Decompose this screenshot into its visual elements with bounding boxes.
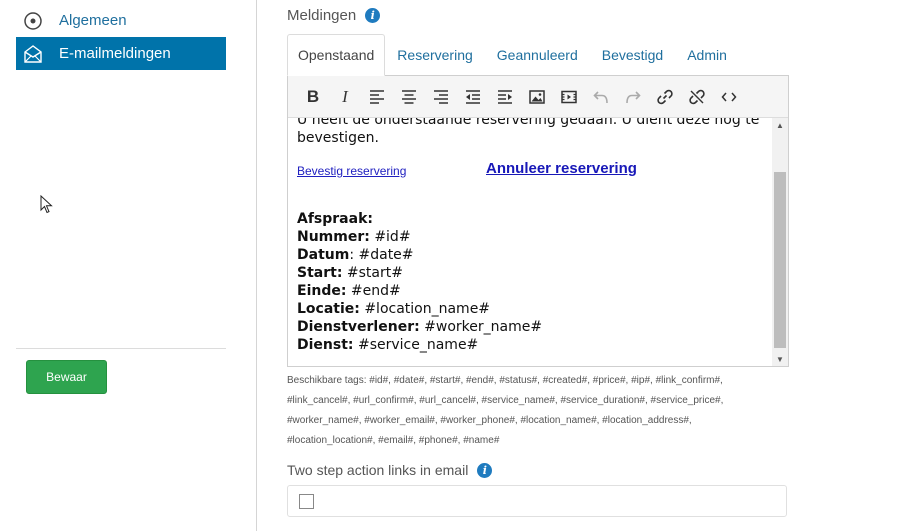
- settings-page: Algemeen E-mailmeldingen Bewaar Meldinge…: [0, 0, 913, 531]
- mouse-cursor-icon: [40, 194, 54, 215]
- appointment-line: Datum: #date#: [297, 247, 414, 263]
- sidebar-item-label: Algemeen: [59, 12, 127, 29]
- sidebar: Algemeen E-mailmeldingen Bewaar: [0, 0, 257, 531]
- scroll-down-icon[interactable]: ▼: [772, 352, 788, 366]
- main-panel: Meldingen i Openstaand Reservering Geann…: [258, 0, 913, 531]
- tab-bevestigd[interactable]: Bevestigd: [590, 34, 675, 76]
- section-title: Meldingen i: [287, 7, 381, 24]
- action-links: Bevestig reservering Annuleer reserverin…: [297, 160, 767, 180]
- source-code-icon[interactable]: [713, 81, 745, 113]
- align-left-icon[interactable]: [361, 81, 393, 113]
- two-step-field: [287, 485, 787, 517]
- image-icon[interactable]: [521, 81, 553, 113]
- appointment-details: Afspraak: Nummer: #id# Datum: #date# Sta…: [297, 210, 767, 354]
- align-center-icon[interactable]: [393, 81, 425, 113]
- appointment-line: Einde: #end#: [297, 283, 401, 299]
- link-icon[interactable]: [649, 81, 681, 113]
- available-tags: Beschikbare tags: #id#, #date#, #start#,…: [287, 375, 724, 446]
- appointment-line: Nummer: #id#: [297, 229, 411, 245]
- tab-admin[interactable]: Admin: [675, 34, 739, 76]
- align-right-icon[interactable]: [425, 81, 457, 113]
- intro-paragraph: U heeft de onderstaande reservering geda…: [297, 118, 760, 146]
- rich-text-editor: B I U heeft de onderstaande reservering …: [287, 75, 789, 367]
- two-step-label: Two step action links in email: [287, 462, 469, 478]
- two-step-checkbox[interactable]: [299, 494, 314, 509]
- italic-icon[interactable]: I: [329, 81, 361, 113]
- sidebar-divider: [16, 348, 226, 349]
- scroll-up-icon[interactable]: ▲: [772, 118, 788, 132]
- envelope-open-icon: [23, 44, 43, 64]
- video-icon[interactable]: [553, 81, 585, 113]
- undo-icon[interactable]: [585, 81, 617, 113]
- scroll-thumb[interactable]: [774, 172, 786, 348]
- notification-tabs: Openstaand Reservering Geannuleerd Beves…: [287, 34, 739, 76]
- info-icon[interactable]: i: [477, 462, 493, 478]
- confirm-reservation-link[interactable]: Bevestig reservering: [297, 164, 406, 178]
- editor-content[interactable]: U heeft de onderstaande reservering geda…: [288, 118, 772, 366]
- editor-toolbar: B I: [288, 76, 788, 118]
- tab-geannuleerd[interactable]: Geannuleerd: [485, 34, 590, 76]
- sidebar-item-general[interactable]: Algemeen: [16, 4, 226, 37]
- cancel-reservation-link[interactable]: Annuleer reservering: [486, 160, 637, 177]
- editor-scrollbar[interactable]: ▲ ▼: [772, 118, 788, 366]
- circle-dot-icon: [23, 11, 43, 31]
- sidebar-item-label: E-mailmeldingen: [59, 45, 171, 62]
- appointment-line: Start: #start#: [297, 265, 403, 281]
- unlink-icon[interactable]: [681, 81, 713, 113]
- outdent-icon[interactable]: [457, 81, 489, 113]
- bold-icon[interactable]: B: [297, 81, 329, 113]
- section-title-text: Meldingen: [287, 7, 357, 24]
- appointment-line: Afspraak:: [297, 211, 373, 227]
- save-button[interactable]: Bewaar: [26, 360, 107, 394]
- sidebar-item-email-notifications[interactable]: E-mailmeldingen: [16, 37, 226, 70]
- appointment-line: Locatie: #location_name#: [297, 301, 491, 317]
- tab-reservering[interactable]: Reservering: [385, 34, 484, 76]
- redo-icon[interactable]: [617, 81, 649, 113]
- two-step-label-row: Two step action links in email i: [287, 462, 493, 478]
- appointment-line: Dienst: #service_name#: [297, 337, 479, 353]
- indent-icon[interactable]: [489, 81, 521, 113]
- tab-openstaand[interactable]: Openstaand: [287, 34, 386, 76]
- appointment-line: Dienstverlener: #worker_name#: [297, 319, 543, 335]
- info-icon[interactable]: i: [365, 8, 381, 23]
